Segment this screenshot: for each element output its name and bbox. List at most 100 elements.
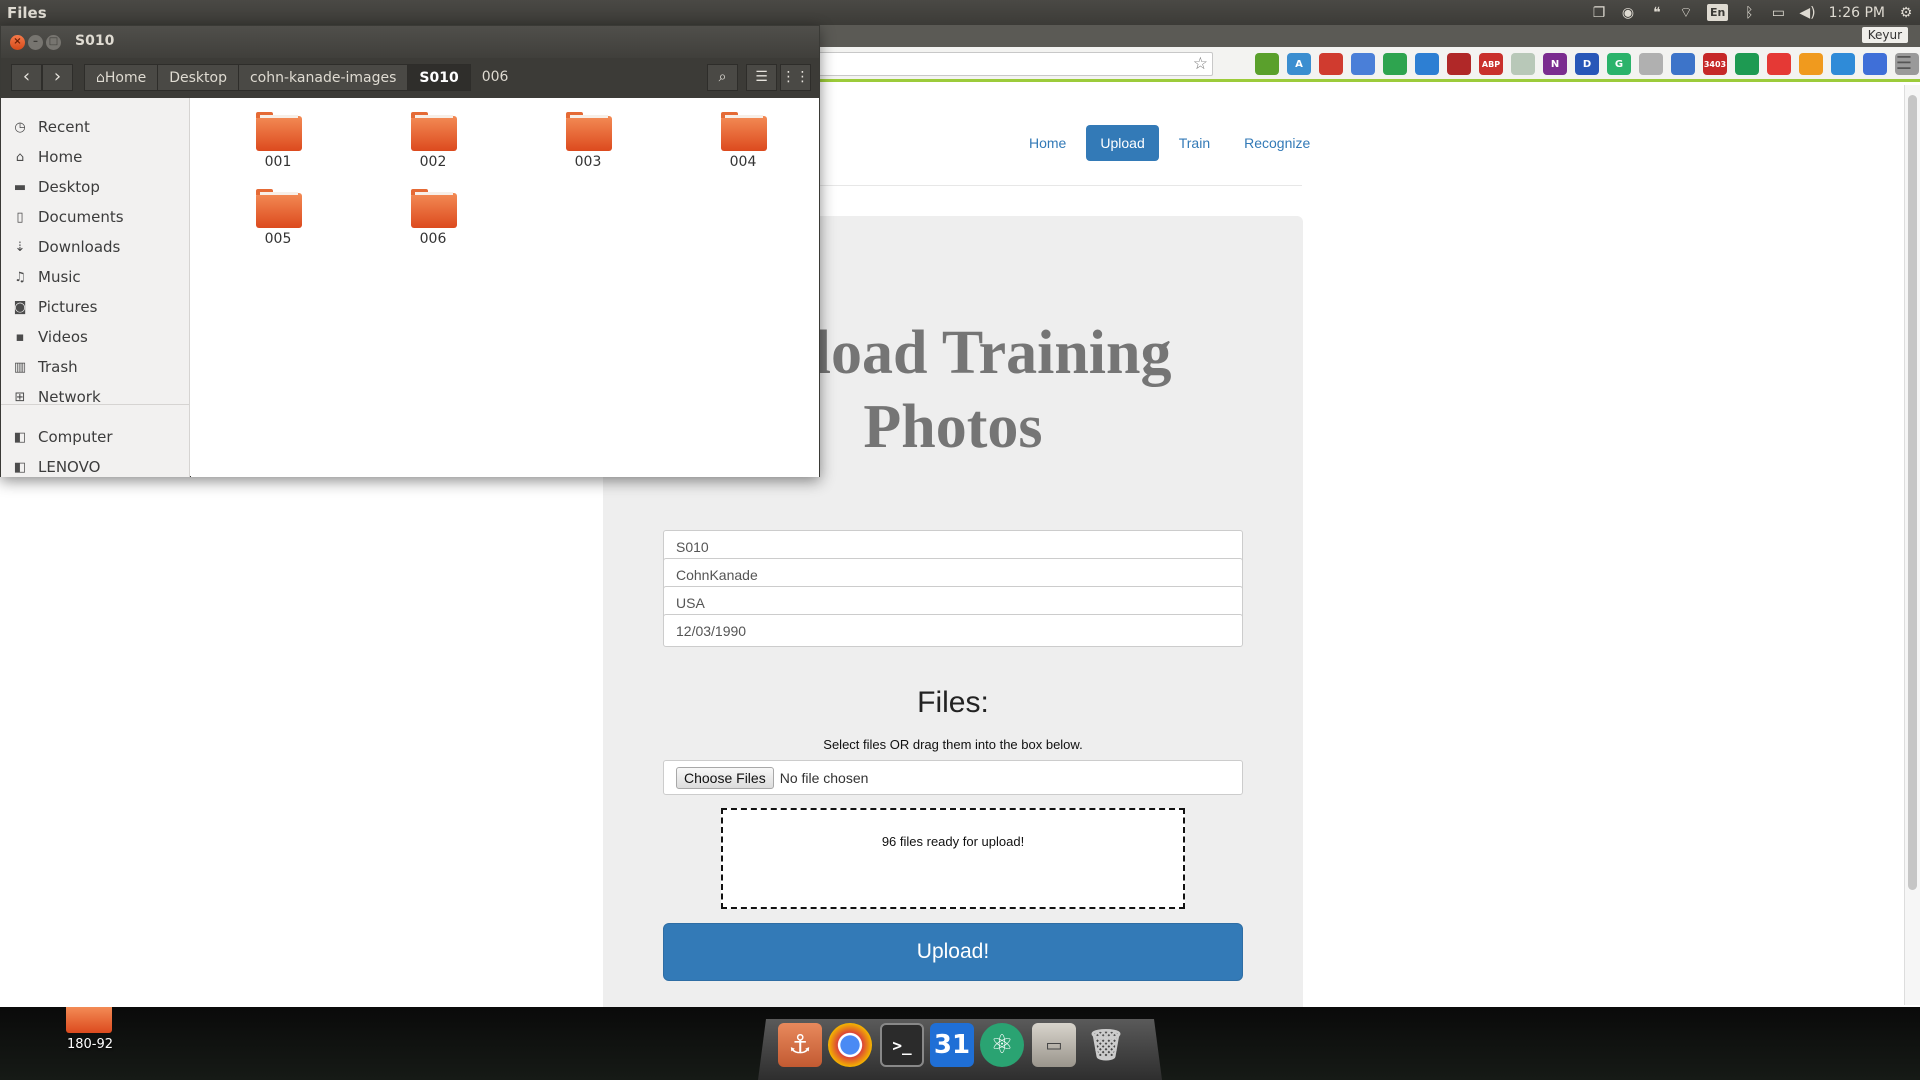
send-icon[interactable] (1863, 53, 1887, 75)
grammarly-icon[interactable]: G (1607, 53, 1631, 75)
top-panel: Files ❐ ◉ ❝ ⌔ En ᛒ ▭ ◀) 1:26 PM ⚙ (0, 0, 1920, 25)
crumb-cohn-kanade-images[interactable]: cohn-kanade-images (238, 64, 409, 91)
ext-stack-icon[interactable] (1671, 53, 1695, 75)
settings-gear-icon[interactable]: ⚙ (1898, 4, 1914, 22)
sidebar-item-network[interactable]: ⊞ Network (11, 384, 101, 410)
translate-icon[interactable] (1351, 53, 1375, 75)
nav-train[interactable]: Train (1165, 125, 1224, 161)
page-scrollbar[interactable] (1904, 85, 1920, 1005)
folder-item[interactable]: 001 (233, 100, 323, 172)
sidebar-item-desktop[interactable]: ▬ Desktop (11, 174, 100, 200)
file-manager-icon[interactable]: ▭ (1032, 1023, 1076, 1067)
sidebar-item-documents[interactable]: ▯ Documents (11, 204, 123, 230)
battery-icon[interactable]: ▭ (1770, 4, 1786, 22)
crumb-s010[interactable]: S010 (408, 64, 471, 91)
window-icon[interactable] (1415, 53, 1439, 75)
puzzle-icon[interactable] (1511, 53, 1535, 75)
carrot-icon[interactable] (1799, 53, 1823, 75)
chrome-icon[interactable] (828, 1023, 872, 1067)
ext-green-icon[interactable] (1383, 53, 1407, 75)
ext-blue-icon[interactable] (1831, 53, 1855, 75)
breadcrumb: ⌂Home Desktop cohn-kanade-images S010 00… (84, 64, 519, 91)
forward-button[interactable]: › (42, 64, 73, 91)
sidebar-item-videos[interactable]: ▪ Videos (11, 324, 88, 350)
hangouts-icon[interactable]: ❝ (1649, 4, 1665, 22)
files-anchor-icon[interactable]: ⚓ (778, 1023, 822, 1067)
profile-button[interactable]: Keyur (1861, 27, 1908, 43)
folder-icon (256, 112, 302, 151)
window-maximize-icon[interactable]: □ (46, 35, 61, 50)
sidebar-separator (1, 404, 189, 405)
file-view: 001 002 003 004 005 006 (191, 98, 819, 477)
grid-view-button[interactable]: ⋮⋮ (780, 64, 811, 91)
bookmark-star-icon[interactable]: ☆ (1193, 54, 1208, 74)
evernote-icon[interactable] (1255, 53, 1279, 75)
folder-item[interactable]: 006 (388, 177, 478, 249)
sidebar-item-lenovo[interactable]: ◧ LENOVO (11, 454, 101, 480)
drive-icon: ◧ (13, 459, 27, 475)
folder-item[interactable]: 004 (698, 100, 788, 172)
home-icon: ⌂ (96, 70, 105, 86)
choose-files-button[interactable]: Choose Files (676, 766, 774, 789)
site-nav: Home Upload Train Recognize (1015, 125, 1324, 161)
calendar-icon[interactable]: 31 (930, 1023, 974, 1067)
ext-grey-icon[interactable] (1639, 53, 1663, 75)
bluetooth-icon[interactable]: ᛒ (1741, 4, 1757, 22)
volume-icon[interactable]: ◀) (1799, 4, 1815, 22)
crumb-006[interactable]: 006 (471, 64, 520, 91)
sidebar-item-pictures[interactable]: ◙ Pictures (11, 294, 98, 320)
browser-menu-icon[interactable]: ☰ (1896, 53, 1912, 74)
wifi-icon[interactable]: ⌔ (1678, 4, 1694, 22)
sidebar-item-trash[interactable]: ▥ Trash (11, 354, 78, 380)
window-close-icon[interactable]: × (10, 35, 25, 50)
crumb-home[interactable]: ⌂Home (84, 64, 159, 91)
folder-item[interactable]: 003 (543, 100, 633, 172)
search-button[interactable]: ⌕ (707, 64, 738, 91)
extension-icons: A ABP N D G 3403 (1255, 53, 1919, 75)
drop-zone[interactable]: 96 files ready for upload! (721, 808, 1185, 909)
gmail-icon[interactable]: 3403 (1703, 53, 1727, 75)
search-icon: ⌕ (718, 69, 727, 85)
sidebar-item-home[interactable]: ⌂ Home (11, 144, 82, 170)
adblock-icon[interactable]: ABP (1479, 53, 1503, 75)
crumb-desktop[interactable]: Desktop (158, 64, 239, 91)
scroll-thumb[interactable] (1908, 95, 1917, 890)
ext-car-icon[interactable] (1447, 53, 1471, 75)
vivaldi-icon[interactable] (1767, 53, 1791, 75)
font-icon[interactable]: A (1287, 53, 1311, 75)
sidebar-item-music[interactable]: ♫ Music (11, 264, 81, 290)
folder-icon (721, 112, 767, 151)
clock-icon: ◷ (14, 119, 26, 135)
window-minimize-icon[interactable]: – (28, 35, 43, 50)
chrome-icon[interactable]: ◉ (1620, 4, 1636, 22)
clock-time[interactable]: 1:26 PM (1829, 4, 1885, 22)
trash-icon[interactable]: 🗑 (1084, 1023, 1128, 1067)
atom-icon[interactable]: ⚛ (980, 1023, 1024, 1067)
sidebar-item-computer[interactable]: ◧ Computer (11, 424, 113, 450)
nav-upload[interactable]: Upload (1086, 125, 1159, 161)
files-heading: Files: (917, 686, 989, 719)
keyboard-layout-indicator[interactable]: En (1706, 4, 1729, 21)
camera-icon: ◙ (13, 299, 27, 315)
nav-recognize[interactable]: Recognize (1230, 125, 1324, 161)
folder-icon (566, 112, 612, 151)
bookmark-red-icon[interactable] (1319, 53, 1343, 75)
ext-d-icon[interactable]: D (1575, 53, 1599, 75)
home-icon: ⌂ (15, 149, 25, 165)
window-titlebar[interactable]: × – □ S010 (1, 26, 819, 58)
date-field[interactable] (663, 614, 1243, 647)
drive-icon[interactable] (1735, 53, 1759, 75)
file-input[interactable]: Choose Files No file chosen (663, 760, 1243, 795)
upload-button[interactable]: Upload! (663, 923, 1243, 981)
dropbox-icon[interactable]: ❐ (1591, 4, 1607, 22)
file-manager-window: × – □ S010 ‹ › ⌂Home Desktop cohn-kanade… (0, 25, 820, 477)
folder-item[interactable]: 002 (388, 100, 478, 172)
sidebar-item-downloads[interactable]: ⇣ Downloads (11, 234, 121, 260)
terminal-icon[interactable]: >_ (880, 1023, 924, 1067)
back-button[interactable]: ‹ (11, 64, 42, 91)
sidebar-item-recent[interactable]: ◷ Recent (11, 114, 90, 140)
list-view-button[interactable]: ☰ (746, 64, 777, 91)
folder-item[interactable]: 005 (233, 177, 323, 249)
onenote-icon[interactable]: N (1543, 53, 1567, 75)
nav-home[interactable]: Home (1015, 125, 1080, 161)
